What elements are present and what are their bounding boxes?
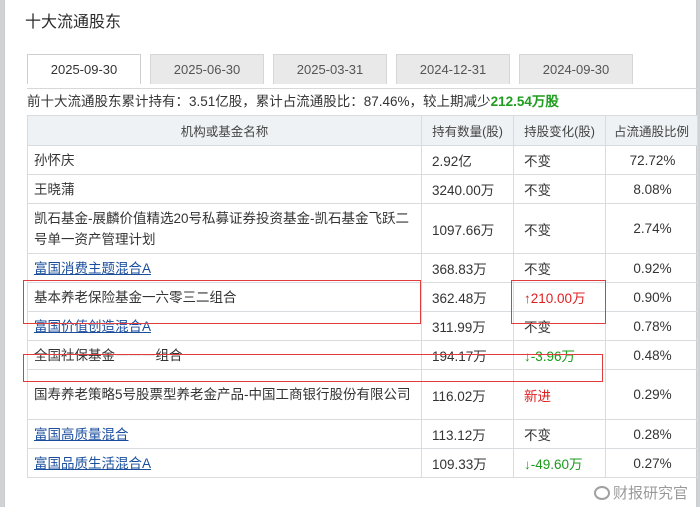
cell-qty: 3240.00万: [421, 174, 514, 204]
cell-name: 基本养老保险基金一六零三二组合: [27, 282, 422, 312]
table-row: 富国价值创造混合A 311.99万 不变 0.78%: [27, 311, 698, 341]
holder-name: 凯石基金-展麟价值精选20号私募证券投资基金-凯石基金飞跃二号单一资产管理计划: [34, 210, 410, 247]
change-value: 不变: [524, 183, 551, 198]
change-value: -3.96万: [530, 349, 576, 364]
header-change: 持股变化(股): [513, 115, 606, 146]
cell-name: 国寿养老策略5号股票型养老金产品-中国工商银行股份有限公司: [27, 369, 422, 420]
tab-2025-09-30[interactable]: 2025-09-30: [27, 54, 141, 84]
watermark: 财报研究官: [593, 482, 688, 503]
holder-name: 全国社保基金一一一组合: [34, 347, 183, 363]
change-value: 新进: [524, 388, 551, 404]
cell-ratio: 2.74%: [605, 203, 698, 254]
tab-2025-06-30[interactable]: 2025-06-30: [150, 54, 264, 84]
change-value: 不变: [524, 154, 551, 169]
cell-qty: 194.17万: [421, 340, 514, 370]
change-value: 不变: [524, 262, 551, 277]
change-value: 不变: [524, 222, 551, 238]
cell-ratio: 0.92%: [605, 253, 698, 283]
summary-text: 前十大流通股东累计持有：3.51亿股，累计占流通股比：87.46%，较上期减少: [27, 94, 491, 109]
cell-ratio: 0.27%: [605, 448, 698, 478]
cell-name[interactable]: 富国品质生活混合A: [27, 448, 422, 478]
table-row: 基本养老保险基金一六零三二组合 362.48万 ↑210.00万 0.90%: [27, 282, 698, 312]
arrow-down-icon: ↓: [524, 349, 531, 364]
arrow-up-icon: ↑: [524, 291, 531, 306]
table-row: 富国品质生活混合A 109.33万 ↓-49.60万 0.27%: [27, 448, 698, 478]
cell-change: 不变: [513, 253, 606, 283]
cell-change: 不变: [513, 203, 606, 254]
change-value: 210.00万: [530, 291, 586, 306]
summary-change: 212.54万股: [490, 94, 559, 109]
cell-change: 不变: [513, 174, 606, 204]
table-row: 富国高质量混合 113.12万 不变 0.28%: [27, 419, 698, 449]
header-qty: 持有数量(股): [421, 115, 514, 146]
cell-qty: 311.99万: [421, 311, 514, 341]
fund-link[interactable]: 富国高质量混合: [34, 427, 129, 442]
cell-qty: 1097.66万: [421, 203, 514, 254]
cell-name[interactable]: 富国消费主题混合A: [27, 253, 422, 283]
cell-change: ↓-49.60万: [513, 448, 606, 478]
cell-change: ↑210.00万: [513, 282, 606, 312]
table-header-row: 机构或基金名称 持有数量(股) 持股变化(股) 占流通股比例: [27, 115, 698, 146]
cell-qty: 113.12万: [421, 419, 514, 449]
cell-qty: 109.33万: [421, 448, 514, 478]
cell-change: 不变: [513, 145, 606, 175]
tab-2024-09-30[interactable]: 2024-09-30: [519, 54, 633, 84]
cell-ratio: 0.28%: [605, 419, 698, 449]
table-row: 全国社保基金一一一组合 194.17万 ↓-3.96万 0.48%: [27, 340, 698, 370]
cell-change: ↓-3.96万: [513, 340, 606, 370]
table-row: 凯石基金-展麟价值精选20号私募证券投资基金-凯石基金飞跃二号单一资产管理计划 1…: [27, 203, 698, 254]
tab-2025-03-31[interactable]: 2025-03-31: [273, 54, 387, 84]
shareholder-table: 机构或基金名称 持有数量(股) 持股变化(股) 占流通股比例 孙怀庆 2.92亿不…: [27, 115, 698, 478]
cell-qty: 368.83万: [421, 253, 514, 283]
cell-name[interactable]: 富国高质量混合: [27, 419, 422, 449]
cell-name: 全国社保基金一一一组合: [27, 340, 422, 370]
cell-ratio: 0.48%: [605, 340, 698, 370]
holder-name: 基本养老保险基金一六零三二组合: [34, 289, 237, 305]
table-row: 孙怀庆 2.92亿 不变 72.72%: [27, 145, 698, 175]
shareholder-panel: 十大流通股东 2025-09-30 2025-06-30 2025-03-31 …: [4, 0, 698, 507]
summary-line: 前十大流通股东累计持有：3.51亿股，累计占流通股比：87.46%，较上期减少2…: [27, 88, 697, 114]
cell-ratio: 8.08%: [605, 174, 698, 204]
cell-name: 王晓蒲: [27, 174, 422, 204]
cell-change: 不变: [513, 311, 606, 341]
watermark-text: 财报研究官: [612, 485, 688, 502]
cell-name[interactable]: 富国价值创造混合A: [27, 311, 422, 341]
cell-name: 凯石基金-展麟价值精选20号私募证券投资基金-凯石基金飞跃二号单一资产管理计划: [27, 203, 422, 254]
fund-link[interactable]: 富国消费主题混合A: [34, 261, 151, 276]
cell-change: 不变: [513, 419, 606, 449]
cell-ratio: 0.29%: [605, 369, 698, 420]
holder-name: 王晓蒲: [34, 181, 75, 197]
cell-ratio: 0.90%: [605, 282, 698, 312]
table-row: 王晓蒲 3240.00万 不变 8.08%: [27, 174, 698, 204]
fund-link[interactable]: 富国价值创造混合A: [34, 319, 151, 334]
table-row: 国寿养老策略5号股票型养老金产品-中国工商银行股份有限公司 116.02万 新进 0.…: [27, 369, 698, 420]
tab-2024-12-31[interactable]: 2024-12-31: [396, 54, 510, 84]
weibo-icon: [593, 486, 610, 500]
fund-link[interactable]: 富国品质生活混合A: [34, 456, 151, 471]
change-value: 不变: [524, 428, 551, 443]
header-name: 机构或基金名称: [27, 115, 422, 146]
change-value: 不变: [524, 320, 551, 335]
cell-change: 新进: [513, 369, 606, 420]
cell-ratio: 72.72%: [605, 145, 698, 175]
holder-name: 孙怀庆: [34, 152, 75, 168]
cell-qty: 2.92亿: [421, 145, 514, 175]
section-title: 十大流通股东: [25, 14, 122, 31]
table-row: 富国消费主题混合A 368.83万 不变 0.92%: [27, 253, 698, 283]
change-value: -49.60万: [530, 457, 583, 472]
cell-qty: 362.48万: [421, 282, 514, 312]
cell-qty: 116.02万: [421, 369, 514, 420]
header-ratio: 占流通股比例: [605, 115, 698, 146]
holder-name: 国寿养老策略5号股票型养老金产品-中国工商银行股份有限公司: [34, 387, 411, 402]
cell-name: 孙怀庆: [27, 145, 422, 175]
arrow-down-icon: ↓: [524, 457, 531, 472]
cell-ratio: 0.78%: [605, 311, 698, 341]
